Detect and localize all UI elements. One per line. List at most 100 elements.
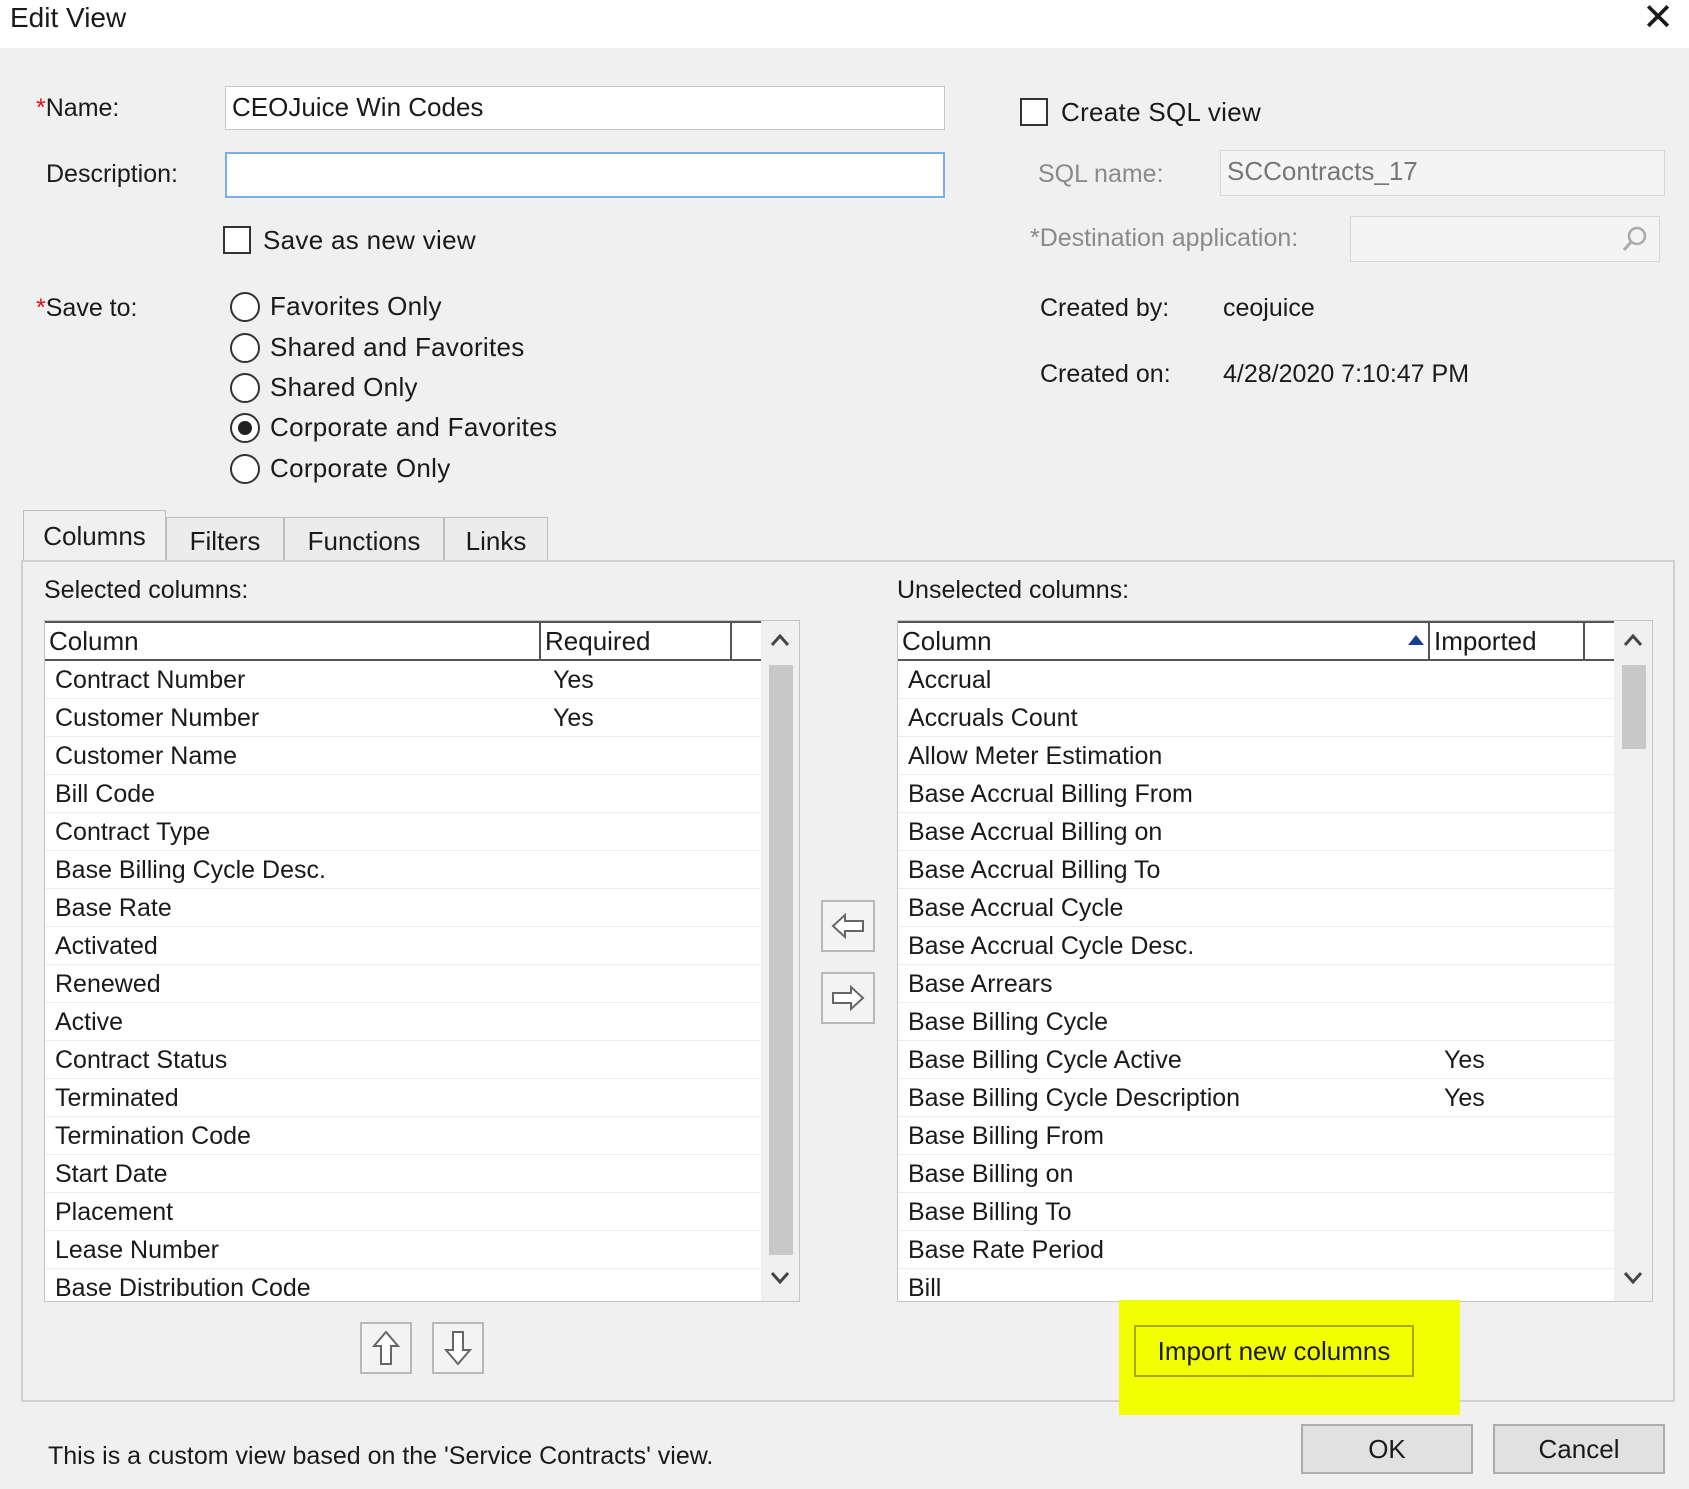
title-bar: Edit View ✕ (0, 0, 1689, 48)
table-row[interactable]: Start Date (45, 1155, 761, 1193)
create-sql-view-checkbox[interactable] (1020, 98, 1048, 126)
chevron-down-icon[interactable] (1614, 1265, 1652, 1295)
destination-application-field[interactable] (1350, 216, 1660, 262)
column-name-cell: Contract Status (55, 1046, 228, 1074)
move-down-button[interactable] (432, 1322, 484, 1374)
tab-links[interactable]: Links (444, 517, 548, 563)
table-row[interactable]: Base Billing To (898, 1193, 1614, 1231)
cancel-button[interactable]: Cancel (1493, 1424, 1665, 1474)
table-row[interactable]: Lease Number (45, 1231, 761, 1269)
description-label: Description: (46, 160, 178, 188)
table-row[interactable]: Base Accrual Billing From (898, 775, 1614, 813)
chevron-up-icon[interactable] (1614, 627, 1652, 657)
column-name-cell: Base Accrual Billing To (908, 856, 1161, 884)
imported-header[interactable]: Imported (1430, 623, 1585, 659)
column-name-cell: Customer Name (55, 742, 237, 770)
sql-name-field[interactable]: SCContracts_17 (1220, 150, 1665, 196)
remove-column-button[interactable] (821, 900, 875, 952)
column-name-cell: Base Accrual Billing on (908, 818, 1163, 846)
column-name-cell: Base Accrual Cycle (908, 894, 1124, 922)
grid-header: Column Imported (898, 621, 1614, 661)
table-row[interactable]: Customer Name (45, 737, 761, 775)
column-name-cell: Bill Code (55, 780, 156, 808)
table-row[interactable]: Contract Status (45, 1041, 761, 1079)
table-row[interactable]: Base Accrual Billing To (898, 851, 1614, 889)
table-row[interactable]: Allow Meter Estimation (898, 737, 1614, 775)
required-header[interactable]: Required (541, 623, 732, 659)
created-on-value: 4/28/2020 7:10:47 PM (1223, 360, 1470, 388)
radio-label: Shared and Favorites (270, 332, 525, 362)
scroll-thumb[interactable] (769, 665, 793, 1255)
table-row[interactable]: Accruals Count (898, 699, 1614, 737)
scroll-thumb[interactable] (1622, 665, 1646, 749)
column-name-cell: Activated (55, 932, 158, 960)
table-row[interactable]: Base Billing Cycle Description Yes (898, 1079, 1614, 1117)
column-header[interactable]: Column (45, 623, 541, 659)
column-name-cell: Renewed (55, 970, 161, 998)
table-row[interactable]: Base Arrears (898, 965, 1614, 1003)
table-row[interactable]: Active (45, 1003, 761, 1041)
column-name-cell: Base Billing From (908, 1122, 1104, 1150)
table-row[interactable]: Bill (898, 1269, 1614, 1301)
table-row[interactable]: Base Rate Period (898, 1231, 1614, 1269)
column-header[interactable]: Column (898, 623, 1430, 659)
column-name-cell: Base Distribution Code (55, 1274, 311, 1302)
add-column-button[interactable] (821, 972, 875, 1024)
table-row[interactable]: Activated (45, 927, 761, 965)
chevron-down-icon[interactable] (761, 1265, 799, 1295)
radio-shared-only[interactable] (230, 373, 260, 403)
radio-shared-and-favorites[interactable] (230, 333, 260, 363)
value-cell: Yes (1444, 1084, 1485, 1112)
sort-ascending-icon (1408, 635, 1424, 645)
radio-corporate-only[interactable] (230, 454, 260, 484)
tab-columns[interactable]: Columns (23, 510, 166, 562)
table-row[interactable]: Base Accrual Billing on (898, 813, 1614, 851)
table-row[interactable]: Terminated (45, 1079, 761, 1117)
table-row[interactable]: Placement (45, 1193, 761, 1231)
search-icon[interactable] (1621, 225, 1649, 253)
table-row[interactable]: Base Accrual Cycle Desc. (898, 927, 1614, 965)
table-row[interactable]: Base Distribution Code (45, 1269, 761, 1302)
footer-text: This is a custom view based on the 'Serv… (48, 1442, 714, 1470)
value-cell: Yes (553, 704, 594, 732)
import-new-columns-button[interactable]: Import new columns (1134, 1325, 1414, 1377)
column-name-cell: Base Billing Cycle Active (908, 1046, 1182, 1074)
table-row[interactable]: Base Billing Cycle Active Yes (898, 1041, 1614, 1079)
ok-button[interactable]: OK (1301, 1424, 1473, 1474)
name-field[interactable]: CEOJuice Win Codes (225, 86, 945, 130)
move-up-button[interactable] (360, 1322, 412, 1374)
table-row[interactable]: Termination Code (45, 1117, 761, 1155)
column-name-cell: Termination Code (55, 1122, 251, 1150)
table-row[interactable]: Renewed (45, 965, 761, 1003)
tab-filters[interactable]: Filters (166, 517, 284, 563)
table-row[interactable]: Base Billing Cycle Desc. (45, 851, 761, 889)
table-row[interactable]: Accrual (898, 661, 1614, 699)
table-row[interactable]: Contract Type (45, 813, 761, 851)
table-row[interactable]: Base Billing on (898, 1155, 1614, 1193)
table-row[interactable]: Base Billing Cycle (898, 1003, 1614, 1041)
selected-scrollbar[interactable] (761, 621, 799, 1301)
description-field[interactable] (225, 152, 945, 198)
column-name-cell: Lease Number (55, 1236, 219, 1264)
save-as-new-checkbox[interactable] (223, 226, 251, 254)
table-row[interactable]: Base Billing From (898, 1117, 1614, 1155)
table-row[interactable]: Bill Code (45, 775, 761, 813)
radio-favorites-only[interactable] (230, 292, 260, 322)
radio-corporate-and-favorites[interactable] (230, 413, 260, 443)
destination-application-label: *Destination application: (1030, 224, 1299, 252)
table-row[interactable]: Customer Number Yes (45, 699, 761, 737)
grid-header: Column Required (45, 621, 761, 661)
column-name-cell: Base Rate Period (908, 1236, 1104, 1264)
table-row[interactable]: Contract Number Yes (45, 661, 761, 699)
tab-functions[interactable]: Functions (284, 517, 444, 563)
table-row[interactable]: Base Rate (45, 889, 761, 927)
create-sql-view-label: Create SQL view (1061, 97, 1262, 127)
column-name-cell: Base Billing on (908, 1160, 1074, 1188)
name-label: *Name: (36, 94, 120, 122)
unselected-scrollbar[interactable] (1614, 621, 1652, 1301)
radio-label: Corporate Only (270, 453, 451, 483)
column-name-cell: Base Accrual Cycle Desc. (908, 932, 1195, 960)
chevron-up-icon[interactable] (761, 627, 799, 657)
close-icon[interactable]: ✕ (1638, 0, 1678, 38)
table-row[interactable]: Base Accrual Cycle (898, 889, 1614, 927)
